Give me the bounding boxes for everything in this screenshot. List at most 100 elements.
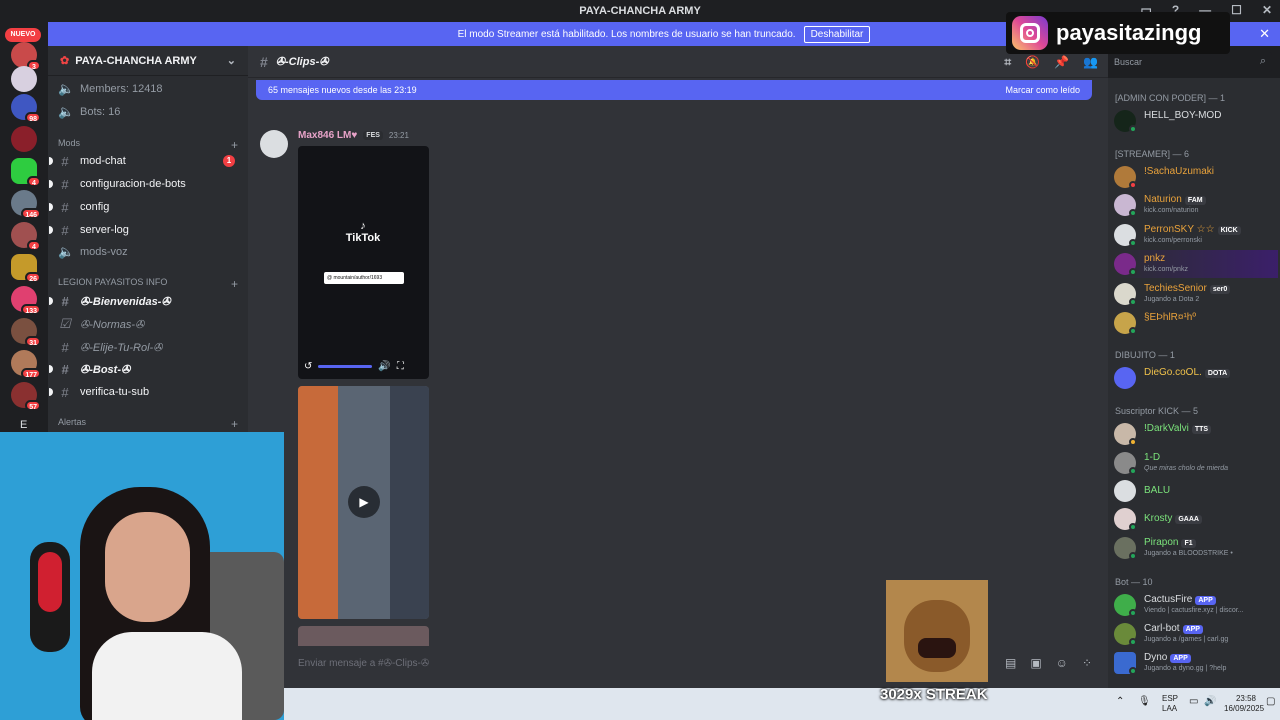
hash-icon: # bbox=[61, 293, 69, 309]
emoji-icon[interactable]: ☺ bbox=[1056, 656, 1068, 670]
tiktok-logo: ♪ TikTok bbox=[345, 220, 381, 244]
server-icon[interactable] bbox=[11, 66, 37, 92]
volume-icon[interactable]: 🔊 bbox=[1204, 696, 1216, 707]
channel-mod-chat[interactable]: # mod-chat 1 bbox=[49, 151, 243, 171]
hash-icon: # bbox=[260, 53, 268, 70]
add-channel-icon[interactable]: + bbox=[231, 277, 238, 291]
member-item[interactable]: Carl-bot APP Jugando a /games | carl.gg bbox=[1114, 620, 1278, 648]
member-item[interactable]: TechiesSenior ser0 Jugando a Dota 2 bbox=[1114, 280, 1278, 308]
message-header: Max846 LM♥ FES 23:21 bbox=[298, 130, 409, 141]
mention-badge: 1 bbox=[223, 155, 235, 167]
member-item[interactable]: BALU bbox=[1114, 477, 1278, 505]
member-item[interactable]: Naturion FAM kick.com/naturion bbox=[1114, 191, 1278, 219]
add-channel-icon[interactable]: + bbox=[231, 138, 238, 152]
mark-read-button[interactable]: Marcar como leído bbox=[1005, 85, 1080, 95]
video-attachment[interactable]: ♪ TikTok @ mountain/author/1693 ↺ 🔊 ⛶ bbox=[298, 146, 429, 379]
member-item[interactable]: DieGo.coOL. DOTA bbox=[1114, 364, 1278, 392]
member-item[interactable]: HELL_BOY-MOD bbox=[1114, 107, 1278, 135]
server-icon[interactable]: 98 bbox=[11, 94, 41, 123]
member-item[interactable]: pnkz kick.com/pnkz bbox=[1114, 250, 1278, 278]
message-author[interactable]: Max846 LM♥ bbox=[298, 130, 357, 141]
server-icon[interactable]: 4 bbox=[11, 222, 41, 251]
server-header[interactable]: ✿ PAYA-CHANCHA ARMY ⌄ bbox=[48, 46, 248, 76]
chat-header: # ✇-Clips-✇ ⌗ 🔕 📌 👥 bbox=[248, 46, 1108, 78]
new-messages-text: 65 mensajes nuevos desde las 23:19 bbox=[268, 85, 417, 95]
avatar[interactable] bbox=[260, 130, 288, 158]
video-attachment[interactable] bbox=[298, 626, 429, 646]
chevron-up-icon[interactable]: ⌃ bbox=[1116, 696, 1124, 707]
hash-icon: # bbox=[61, 153, 69, 169]
server-icon[interactable]: 57 bbox=[11, 382, 41, 411]
close-banner-icon[interactable]: ✕ bbox=[1259, 26, 1270, 42]
member-item[interactable]: PerronSKY ☆☆ KICK kick.com/perronski bbox=[1114, 221, 1278, 249]
channel-bost[interactable]: # ✇-Bost-✇ bbox=[49, 359, 243, 379]
language-indicator[interactable]: ESP LAA bbox=[1162, 694, 1178, 714]
new-messages-bar[interactable]: 65 mensajes nuevos desde las 23:19 Marca… bbox=[256, 80, 1092, 100]
member-item[interactable]: 1-D Que miras cholo de mierda bbox=[1114, 449, 1278, 477]
member-item[interactable]: Krosty GAAA bbox=[1114, 505, 1278, 533]
category-legion[interactable]: LEGION PAYASITOS INFO + bbox=[58, 277, 238, 291]
close-window-icon[interactable]: ✕ bbox=[1262, 3, 1272, 17]
server-icon[interactable]: 146 bbox=[11, 190, 41, 219]
member-item[interactable]: Dyno APP Jugando a dyno.gg | ?help bbox=[1114, 649, 1278, 677]
clock[interactable]: 23:58 16/09/2025 bbox=[1224, 694, 1264, 714]
search-input[interactable]: Buscar ⌕ bbox=[1108, 52, 1272, 72]
add-channel-icon[interactable]: + bbox=[231, 417, 238, 431]
role-header: DIBUJITO — 1 bbox=[1115, 350, 1175, 360]
replay-icon[interactable]: ↺ bbox=[304, 361, 312, 372]
avatar bbox=[1114, 480, 1136, 502]
streak-reaction-image bbox=[886, 580, 988, 682]
voice-channel[interactable]: 🔈 Bots: 16 bbox=[58, 102, 243, 122]
server-icon[interactable] bbox=[11, 126, 37, 152]
message-time: 23:21 bbox=[388, 131, 409, 140]
sticker-icon[interactable]: ▣ bbox=[1030, 656, 1041, 670]
search-icon: ⌕ bbox=[1259, 55, 1266, 67]
category-mods[interactable]: Mods + bbox=[58, 138, 238, 152]
avatar bbox=[1114, 367, 1136, 389]
window-title: PAYA-CHANCHA ARMY bbox=[579, 5, 701, 17]
channel-verifica-tu-sub[interactable]: # verifica-tu-sub bbox=[49, 382, 243, 402]
channel-mods-voz[interactable]: 🔈 mods-voz bbox=[58, 242, 243, 262]
member-item[interactable]: !SachaUzumaki bbox=[1114, 163, 1278, 191]
pin-icon[interactable]: 📌 bbox=[1054, 55, 1069, 70]
volume-icon[interactable]: 🔊 bbox=[378, 361, 390, 372]
category-alertas[interactable]: Alertas + bbox=[58, 417, 238, 431]
microphone-icon[interactable]: 🎙 bbox=[1138, 696, 1151, 707]
streak-counter: 3029x STREAK bbox=[880, 686, 988, 703]
new-badge: NUEVO bbox=[5, 28, 41, 42]
channel-normas[interactable]: ☑ ✇-Normas-✇ bbox=[58, 314, 243, 334]
member-item[interactable]: !DarkValvi TTS bbox=[1114, 420, 1278, 448]
channel-bienvenidas[interactable]: # ✇-Bienvenidas-✇ bbox=[49, 291, 243, 311]
progress-bar[interactable] bbox=[318, 364, 373, 368]
server-icon[interactable]: 3 bbox=[11, 42, 41, 71]
play-icon[interactable]: ▶ bbox=[348, 486, 380, 518]
webcam-overlay bbox=[0, 432, 284, 720]
member-item[interactable]: §EÞhlR¤¹hº bbox=[1114, 309, 1278, 337]
speaker-icon: 🔈 bbox=[58, 104, 75, 119]
channel-configuracion-de-bots[interactable]: # configuracion-de-bots bbox=[49, 174, 243, 194]
mute-bell-icon[interactable]: 🔕 bbox=[1025, 55, 1040, 70]
member-item[interactable]: Pirapon F1 Jugando a BLOODSTRIKE • bbox=[1114, 534, 1278, 562]
member-item[interactable]: CactusFire APP Viendo | cactusfire.xyz | d… bbox=[1114, 591, 1278, 619]
server-icon[interactable]: 4 bbox=[11, 158, 41, 187]
server-icon[interactable]: 31 bbox=[11, 318, 41, 347]
channel-config[interactable]: # config bbox=[49, 197, 243, 217]
maximize-icon[interactable]: ☐ bbox=[1231, 3, 1242, 17]
gif-icon[interactable]: ▤ bbox=[1005, 656, 1016, 670]
apps-icon[interactable]: ⁘ bbox=[1082, 656, 1092, 670]
channel-elije-tu-rol[interactable]: # ✇-Elije-Tu-Rol-✇ bbox=[58, 337, 243, 357]
instagram-overlay: payasitazingg bbox=[1006, 12, 1230, 54]
network-icon[interactable]: ▭ bbox=[1189, 696, 1198, 707]
notifications-icon[interactable]: ▢ bbox=[1266, 696, 1275, 707]
fullscreen-icon[interactable]: ⛶ bbox=[397, 361, 404, 372]
server-name: PAYA-CHANCHA ARMY bbox=[75, 54, 197, 67]
disable-streamer-button[interactable]: Deshabilitar bbox=[803, 25, 871, 43]
video-attachment[interactable]: ▶ bbox=[298, 386, 429, 619]
server-icon[interactable]: 26 bbox=[11, 254, 41, 283]
server-icon[interactable]: 133 bbox=[11, 286, 41, 315]
channel-server-log[interactable]: # server-log bbox=[49, 220, 243, 240]
server-icon[interactable]: 177 bbox=[11, 350, 41, 379]
voice-channel[interactable]: 🔈 Members: 12418 bbox=[58, 79, 243, 99]
member-list-icon[interactable]: 👥 bbox=[1083, 55, 1098, 70]
threads-icon[interactable]: ⌗ bbox=[1004, 55, 1011, 70]
